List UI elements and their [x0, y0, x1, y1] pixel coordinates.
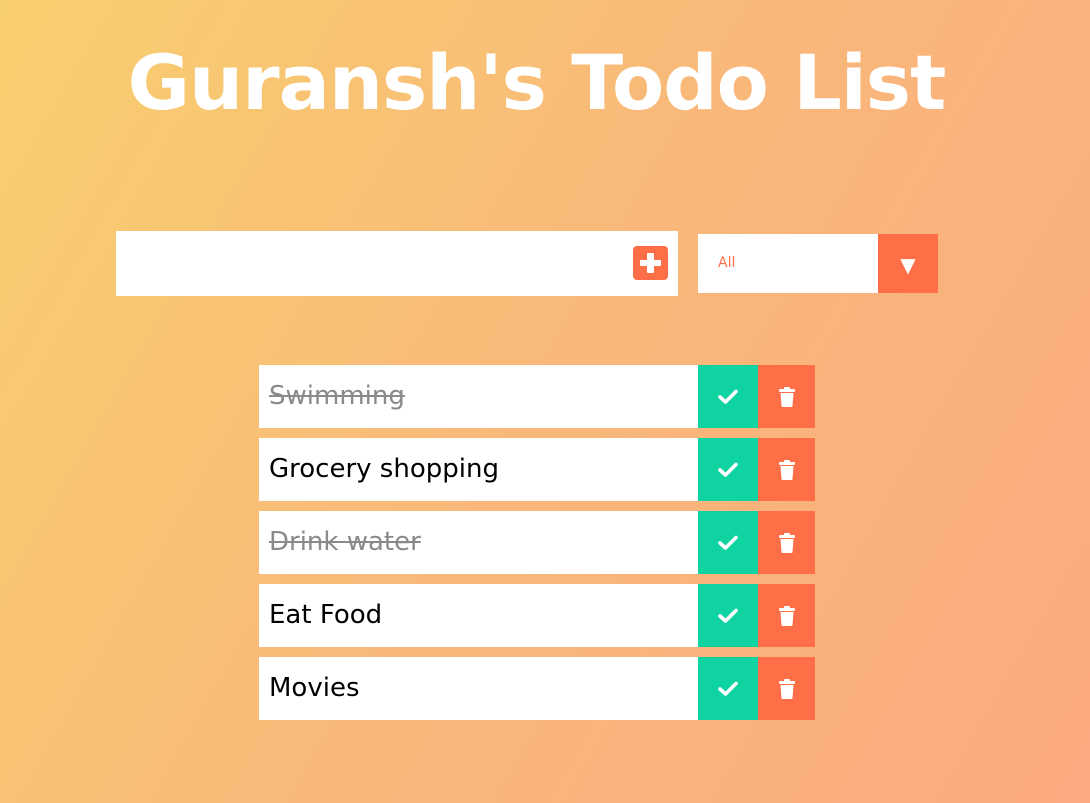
check-icon	[718, 389, 738, 404]
check-icon	[718, 681, 738, 696]
todo-text: Movies	[269, 673, 360, 703]
trash-icon	[778, 605, 795, 626]
todo-item: Drink water	[259, 511, 815, 574]
trash-icon	[778, 532, 795, 553]
todo-text: Swimming	[269, 381, 405, 411]
check-icon	[718, 608, 738, 623]
todo-item: Movies	[259, 657, 815, 720]
delete-button[interactable]	[758, 657, 815, 720]
filter-selected-value: All	[718, 255, 736, 271]
todo-input[interactable]	[116, 231, 616, 296]
triangle-down-icon[interactable]: ▼	[878, 234, 938, 293]
complete-button[interactable]	[698, 584, 758, 647]
trash-icon	[778, 678, 795, 699]
complete-button[interactable]	[698, 365, 758, 428]
complete-button[interactable]	[698, 438, 758, 501]
todo-text: Drink water	[269, 527, 421, 557]
page-title: Guransh's Todo List	[127, 38, 947, 127]
plus-icon-vertical	[647, 253, 654, 273]
todo-item: Eat Food	[259, 584, 815, 647]
check-icon	[718, 535, 738, 550]
todo-text: Eat Food	[269, 600, 383, 630]
todo-input-container	[116, 231, 678, 296]
add-todo-button[interactable]	[633, 246, 668, 280]
delete-button[interactable]	[758, 365, 815, 428]
check-icon	[718, 462, 738, 477]
complete-button[interactable]	[698, 511, 758, 574]
todo-item: Grocery shopping	[259, 438, 815, 501]
filter-select[interactable]: All ▼	[698, 234, 938, 293]
todo-list: Swimming Grocery shopping Drink water Ea…	[259, 365, 815, 730]
delete-button[interactable]	[758, 438, 815, 501]
delete-button[interactable]	[758, 511, 815, 574]
todo-item: Swimming	[259, 365, 815, 428]
delete-button[interactable]	[758, 584, 815, 647]
trash-icon	[778, 459, 795, 480]
trash-icon	[778, 386, 795, 407]
complete-button[interactable]	[698, 657, 758, 720]
todo-text: Grocery shopping	[269, 454, 499, 484]
